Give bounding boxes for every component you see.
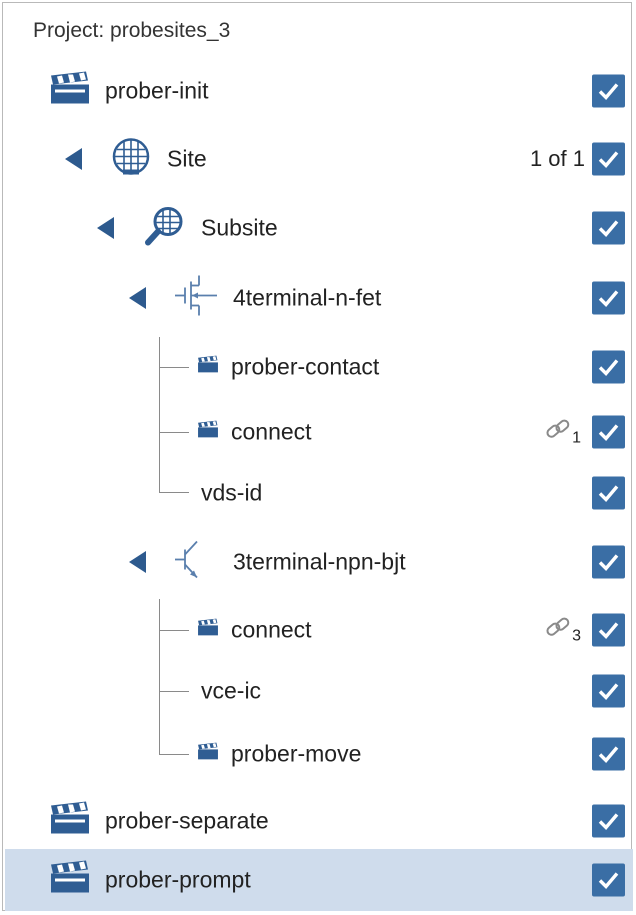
subsite-magnifier-icon	[143, 205, 187, 252]
tree-label: prober-move	[231, 740, 362, 767]
collapse-arrow-icon[interactable]	[65, 148, 82, 170]
tree-row-connect[interactable]: connect 1	[5, 400, 633, 464]
clapperboard-icon	[197, 742, 219, 766]
link-indicator[interactable]: 3	[545, 617, 581, 644]
clapperboard-icon	[197, 618, 219, 642]
link-count: 3	[572, 627, 581, 645]
include-checkbox[interactable]	[592, 281, 625, 315]
include-checkbox[interactable]	[592, 74, 625, 108]
tree-label: 4terminal-n-fet	[233, 284, 382, 311]
tree-row-site[interactable]: Site 1 of 1	[5, 127, 633, 191]
tree-row-prober-move[interactable]: prober-move	[5, 722, 633, 786]
link-icon	[545, 419, 571, 446]
link-indicator[interactable]: 1	[545, 419, 581, 446]
clapperboard-icon	[49, 860, 91, 900]
include-checkbox[interactable]	[592, 863, 625, 897]
tree-row-connect[interactable]: connect 3	[5, 598, 633, 662]
clapperboard-icon	[49, 801, 91, 841]
tree-label: vds-id	[201, 479, 263, 506]
project-tree-panel: Project: probesites_3 prober-init Site 1…	[2, 2, 633, 911]
tree-row-prober-init[interactable]: prober-init	[5, 59, 633, 123]
include-checkbox[interactable]	[592, 613, 625, 647]
include-checkbox[interactable]	[592, 415, 625, 449]
fet-transistor-icon	[173, 274, 219, 323]
include-checkbox[interactable]	[592, 674, 625, 708]
clapperboard-icon	[197, 355, 219, 379]
tree-label: prober-separate	[105, 807, 269, 834]
link-count: 1	[572, 429, 581, 447]
tree-row-prober-separate[interactable]: prober-separate	[5, 789, 633, 853]
tree-row-vce-ic[interactable]: vce-ic	[5, 659, 633, 723]
tree-row-4terminal-n-fet[interactable]: 4terminal-n-fet	[5, 266, 633, 330]
tree-row-prober-contact[interactable]: prober-contact	[5, 335, 633, 399]
tree-label: Site	[167, 145, 207, 172]
clapperboard-icon	[49, 71, 91, 111]
collapse-arrow-icon[interactable]	[97, 217, 114, 239]
tree-label: prober-prompt	[105, 866, 251, 893]
tree-label: vce-ic	[201, 677, 262, 704]
tree-label: Subsite	[201, 214, 278, 241]
include-checkbox[interactable]	[592, 350, 625, 384]
collapse-arrow-icon[interactable]	[129, 287, 146, 309]
bjt-transistor-icon	[173, 538, 213, 587]
tree-row-vds-id[interactable]: vds-id	[5, 461, 633, 525]
wafer-icon	[111, 137, 151, 182]
include-checkbox[interactable]	[592, 545, 625, 579]
include-checkbox[interactable]	[592, 737, 625, 771]
tree-row-3terminal-npn-bjt[interactable]: 3terminal-npn-bjt	[5, 530, 633, 594]
project-title: Project: probesites_3	[33, 19, 231, 42]
tree-label: connect	[231, 418, 312, 445]
include-checkbox[interactable]	[592, 476, 625, 510]
clapperboard-icon	[197, 420, 219, 444]
tree-label: prober-contact	[231, 353, 380, 380]
include-checkbox[interactable]	[592, 142, 625, 176]
tree-row-prober-prompt[interactable]: prober-prompt	[5, 849, 633, 911]
tree-label: connect	[231, 616, 312, 643]
tree-label: prober-init	[105, 77, 209, 104]
tree-row-subsite[interactable]: Subsite	[5, 196, 633, 260]
collapse-arrow-icon[interactable]	[129, 551, 146, 573]
include-checkbox[interactable]	[592, 211, 625, 245]
link-icon	[545, 617, 571, 644]
include-checkbox[interactable]	[592, 804, 625, 838]
site-count: 1 of 1	[529, 146, 585, 171]
tree-label: 3terminal-npn-bjt	[233, 548, 406, 575]
